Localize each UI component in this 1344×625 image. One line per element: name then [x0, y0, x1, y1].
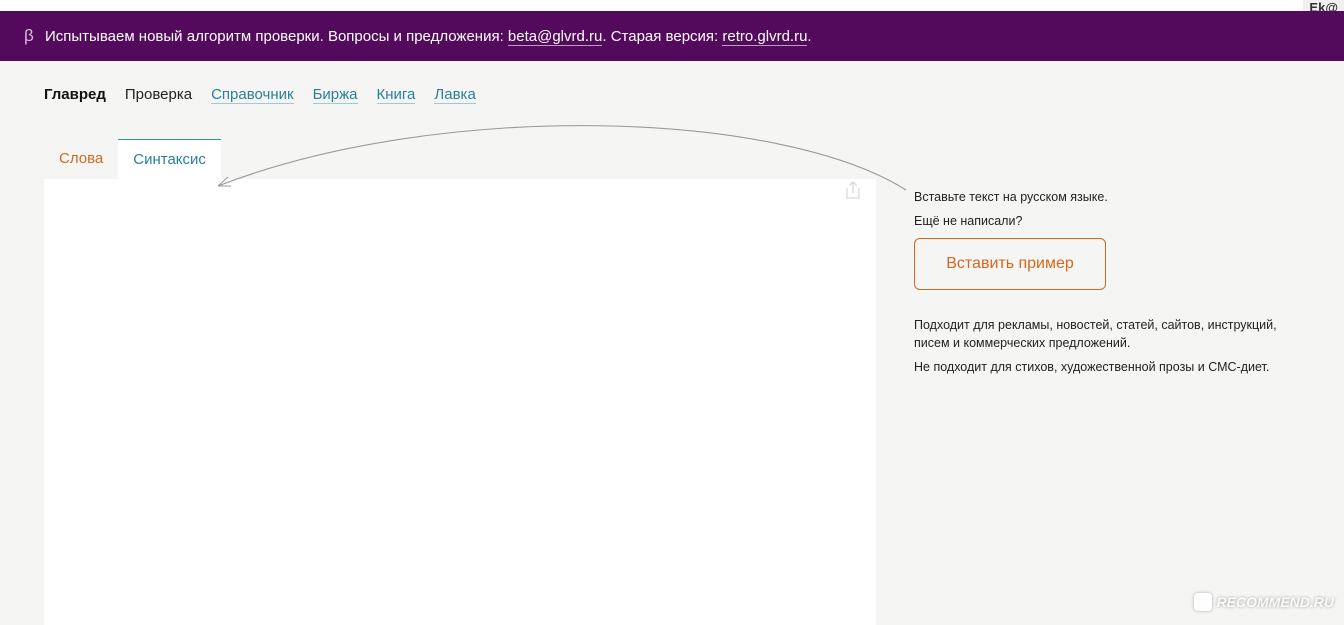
beta-icon: β: [24, 26, 34, 45]
not-suits-description: Не подходит для стихов, художественной п…: [914, 360, 1270, 374]
nav-item-birzha[interactable]: Биржа: [312, 86, 358, 104]
text-editor[interactable]: [44, 179, 876, 625]
watermark-text: RECOMMEND.RU: [1216, 594, 1334, 610]
main-nav: Главред Проверка Справочник Биржа Книга …: [44, 86, 495, 104]
nav-item-kniga[interactable]: Книга: [376, 86, 416, 104]
insert-example-button[interactable]: Вставить пример: [914, 238, 1106, 290]
hint-not-written: Ещё не написали?: [914, 214, 1023, 228]
top-strip: [0, 0, 1344, 11]
watermark-logo-icon: [1193, 593, 1212, 611]
banner-text-suffix: .: [807, 27, 812, 45]
tab-words[interactable]: Слова: [44, 139, 118, 179]
watermark: RECOMMEND.RU: [1193, 593, 1334, 611]
share-icon[interactable]: [845, 181, 861, 199]
nav-brand-glavred[interactable]: Главред: [44, 86, 106, 104]
banner-text-prefix: Испытываем новый алгоритм проверки. Вопр…: [45, 27, 508, 45]
nav-item-proverka: Проверка: [124, 86, 193, 103]
email-link[interactable]: beta@glvrd.ru: [507, 27, 603, 46]
banner-text-middle: . Старая версия:: [602, 27, 723, 45]
nav-item-spravochnik[interactable]: Справочник: [211, 86, 294, 104]
suits-description: Подходит для рекламы, новостей, статей, …: [914, 318, 1277, 350]
nav-item-lavka[interactable]: Лавка: [434, 86, 476, 104]
analysis-tabs: Слова Синтаксис: [44, 139, 221, 179]
beta-banner-text: Испытываем новый алгоритм проверки. Вопр…: [45, 27, 812, 46]
hint-paste-text: Вставьте текст на русском языке.: [914, 190, 1108, 204]
retro-link[interactable]: retro.glvrd.ru: [722, 27, 808, 46]
tab-syntax[interactable]: Синтаксис: [118, 139, 221, 179]
beta-banner: β Испытываем новый алгоритм проверки. Во…: [0, 11, 1344, 61]
